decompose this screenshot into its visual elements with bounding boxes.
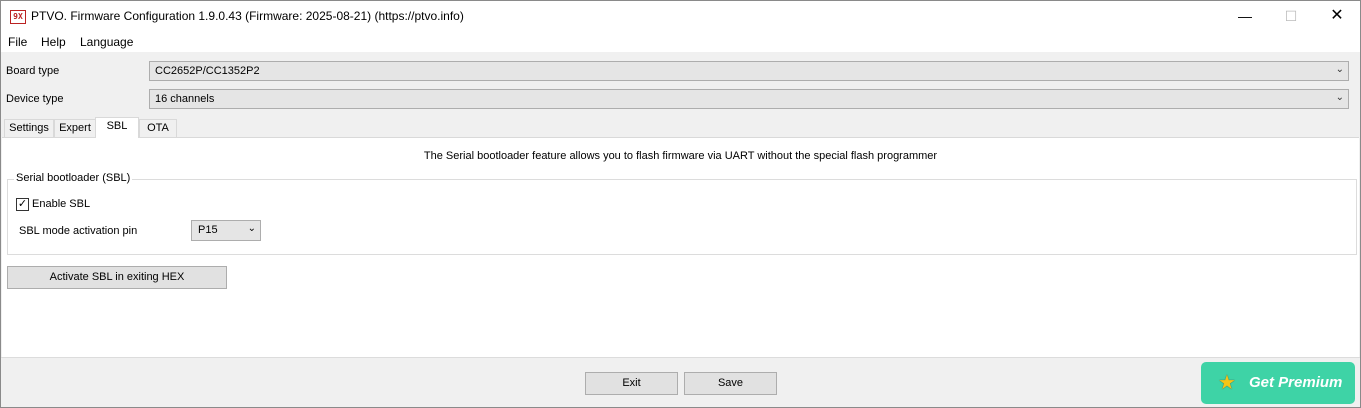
sbl-pin-label: SBL mode activation pin (19, 225, 138, 237)
device-type-label: Device type (6, 93, 64, 105)
enable-sbl-label[interactable]: Enable SBL (32, 198, 90, 210)
tab-settings[interactable]: Settings (4, 119, 54, 137)
device-type-select[interactable]: 16 channels ⌄ (149, 89, 1349, 109)
board-type-value: CC2652P/CC1352P2 (155, 65, 260, 77)
board-type-select[interactable]: CC2652P/CC1352P2 ⌄ (149, 61, 1349, 81)
get-premium-label: Get Premium (1249, 374, 1343, 391)
sbl-pin-select[interactable]: P15 ⌄ (191, 220, 261, 241)
menu-bar: File Help Language (1, 32, 1360, 52)
sbl-info-text: The Serial bootloader feature allows you… (423, 150, 938, 162)
minimize-button[interactable]: — (1222, 1, 1268, 31)
app-icon: 9X (10, 10, 26, 24)
device-type-value: 16 channels (155, 93, 215, 105)
title-bar: 9X PTVO. Firmware Configuration 1.9.0.43… (1, 1, 1360, 31)
tab-expert[interactable]: Expert (54, 119, 96, 137)
chevron-down-icon: ⌄ (247, 223, 256, 234)
enable-sbl-checkbox[interactable]: ✓ (16, 198, 29, 211)
window-title: PTVO. Firmware Configuration 1.9.0.43 (F… (31, 9, 464, 23)
close-button[interactable]: ✕ (1314, 1, 1360, 31)
tab-sbl[interactable]: SBL (95, 117, 139, 138)
board-type-label: Board type (6, 65, 60, 77)
sbl-pin-value: P15 (198, 224, 218, 236)
star-icon: ★ (1218, 372, 1236, 394)
maximize-button[interactable]: ☐ (1268, 1, 1314, 31)
menu-file[interactable]: File (8, 35, 27, 49)
main-window: 9X PTVO. Firmware Configuration 1.9.0.43… (0, 0, 1361, 408)
bottom-bar (1, 357, 1360, 407)
chevron-down-icon: ⌄ (1335, 92, 1344, 103)
chevron-down-icon: ⌄ (1335, 64, 1344, 75)
sbl-tab-panel: The Serial bootloader feature allows you… (2, 137, 1359, 357)
sbl-group-title: Serial bootloader (SBL) (14, 172, 133, 184)
get-premium-button[interactable]: ★ Get Premium (1201, 362, 1355, 404)
exit-button[interactable]: Exit (585, 372, 678, 395)
menu-help[interactable]: Help (41, 35, 66, 49)
tab-ota[interactable]: OTA (139, 119, 177, 137)
menu-language[interactable]: Language (80, 35, 133, 49)
sbl-groupbox: Serial bootloader (SBL) ✓ Enable SBL SBL… (7, 172, 1357, 255)
activate-sbl-button[interactable]: Activate SBL in exiting HEX (7, 266, 227, 289)
save-button[interactable]: Save (684, 372, 777, 395)
